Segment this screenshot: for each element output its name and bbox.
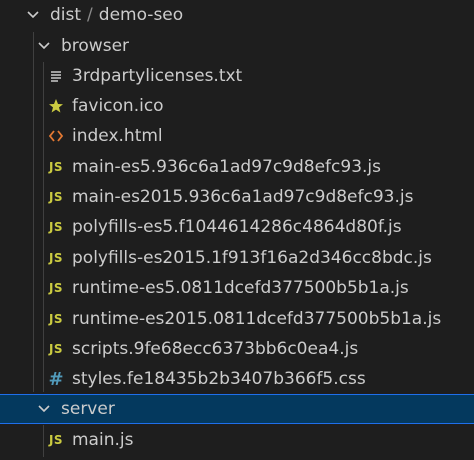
file-label: main-es5.936c6a1ad97c9d8efc93.js bbox=[72, 157, 382, 177]
file-label: main-es2015.936c6a1ad97c9d8efc93.js bbox=[72, 187, 414, 207]
file-explorer-tree: dist / demo-seo browser 3rdpartylicenses… bbox=[0, 0, 474, 460]
file-label: index.html bbox=[72, 126, 163, 146]
file-label: 3rdpartylicenses.txt bbox=[72, 66, 243, 86]
star-icon bbox=[46, 98, 66, 114]
file-label: polyfills-es5.f1044614286c4864d80f.js bbox=[72, 217, 402, 237]
folder-row-browser[interactable]: browser bbox=[0, 31, 474, 61]
js-icon: JS bbox=[48, 281, 64, 295]
chevron-down-icon bbox=[37, 39, 51, 53]
file-label: favicon.ico bbox=[72, 96, 164, 116]
js-icon: JS bbox=[48, 160, 64, 174]
file-label: main.js bbox=[72, 430, 134, 450]
folder-label-dist: dist bbox=[50, 5, 82, 25]
file-row[interactable]: index.html bbox=[0, 121, 474, 151]
folder-row-server[interactable]: server bbox=[0, 394, 474, 424]
file-label: styles.fe18435b2b3407b366f5.css bbox=[72, 369, 366, 389]
file-row[interactable]: # styles.fe18435b2b3407b366f5.css bbox=[0, 364, 474, 394]
chevron-down-icon bbox=[37, 402, 51, 416]
file-row[interactable]: JS runtime-es2015.0811dcefd377500b5b1a.j… bbox=[0, 304, 474, 334]
js-icon: JS bbox=[48, 433, 64, 447]
js-icon: JS bbox=[48, 312, 64, 326]
file-row[interactable]: JS scripts.9fe68ecc6373bb6c0ea4.js bbox=[0, 334, 474, 364]
folder-label-server: server bbox=[61, 399, 115, 419]
folder-row-dist[interactable]: dist / demo-seo bbox=[0, 0, 474, 30]
js-icon: JS bbox=[48, 190, 64, 204]
html-brackets-icon bbox=[46, 129, 66, 143]
folder-label-browser: browser bbox=[61, 36, 130, 56]
folder-label-demo-seo: demo-seo bbox=[98, 5, 184, 25]
file-label: runtime-es5.0811dcefd377500b5b1a.js bbox=[72, 278, 409, 298]
file-label: scripts.9fe68ecc6373bb6c0ea4.js bbox=[72, 339, 359, 359]
file-row[interactable]: JS main-es5.936c6a1ad97c9d8efc93.js bbox=[0, 152, 474, 182]
file-row[interactable]: JS main-es2015.936c6a1ad97c9d8efc93.js bbox=[0, 182, 474, 212]
path-separator: / bbox=[87, 5, 93, 25]
js-icon: JS bbox=[48, 220, 64, 234]
file-row[interactable]: JS polyfills-es5.f1044614286c4864d80f.js bbox=[0, 212, 474, 242]
file-row[interactable]: JS polyfills-es2015.1f913f16a2d346cc8bdc… bbox=[0, 243, 474, 273]
chevron-down-icon bbox=[26, 8, 40, 22]
file-label: runtime-es2015.0811dcefd377500b5b1a.js bbox=[72, 309, 442, 329]
file-label: polyfills-es2015.1f913f16a2d346cc8bdc.js bbox=[72, 248, 432, 268]
file-row[interactable]: JS runtime-es5.0811dcefd377500b5b1a.js bbox=[0, 273, 474, 303]
js-icon: JS bbox=[48, 251, 64, 265]
js-icon: JS bbox=[48, 342, 64, 356]
file-row[interactable]: 3rdpartylicenses.txt bbox=[0, 61, 474, 91]
file-row[interactable]: JS main.js bbox=[0, 425, 474, 455]
css-hash-icon: # bbox=[48, 368, 64, 390]
file-row[interactable]: favicon.ico bbox=[0, 91, 474, 121]
text-lines-icon bbox=[46, 69, 66, 83]
